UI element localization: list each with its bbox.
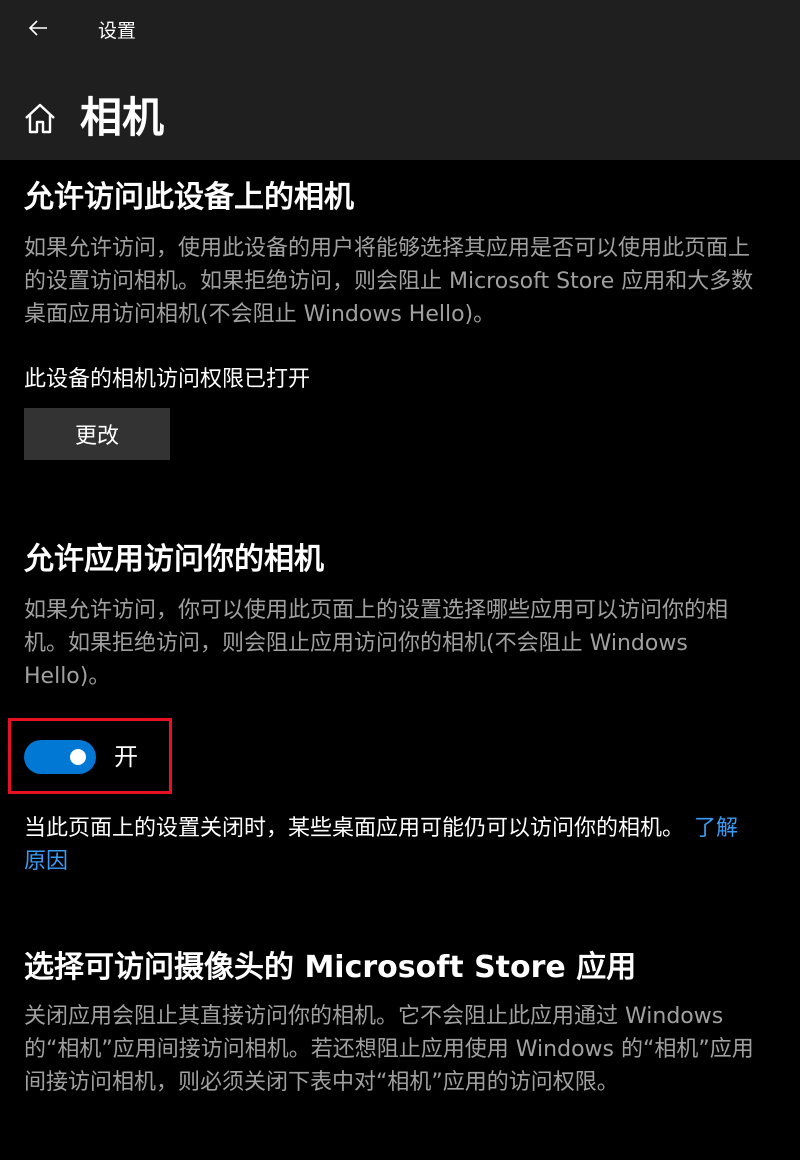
store-apps-heading: 选择可访问摄像头的 Microsoft Store 应用	[24, 950, 637, 985]
change-button[interactable]: 更改	[24, 408, 170, 460]
back-arrow-icon	[28, 20, 47, 36]
app-access-heading: 允许应用访问你的相机	[24, 542, 324, 577]
device-access-heading: 允许访问此设备上的相机	[24, 180, 354, 215]
store-apps-section: 选择可访问摄像头的 Microsoft Store 应用 关闭应用会阻止其直接访…	[24, 948, 764, 1099]
note-text: 当此页面上的设置关闭时，某些桌面应用可能仍可以访问你的相机。	[24, 816, 685, 841]
page-title: 相机	[80, 93, 165, 142]
device-access-status: 此设备的相机访问权限已打开	[24, 367, 311, 392]
toggle-state-label: 开	[114, 743, 138, 771]
title-bar: 设置 相机	[0, 0, 800, 160]
toggle-knob	[70, 749, 86, 765]
app-access-section: 允许应用访问你的相机 如果允许访问，你可以使用此页面上的设置选择哪些应用可以访问…	[24, 540, 764, 693]
device-access-section: 允许访问此设备上的相机 如果允许访问，使用此设备的用户将能够选择其应用是否可以使…	[24, 178, 764, 331]
app-title: 设置	[98, 20, 137, 42]
app-access-description: 如果允许访问，你可以使用此页面上的设置选择哪些应用可以访问你的相机。如果拒绝访问…	[24, 598, 729, 689]
back-button[interactable]	[18, 10, 58, 46]
home-button[interactable]	[20, 98, 60, 138]
store-apps-description: 关闭应用会阻止其直接访问你的相机。它不会阻止此应用通过 Windows 的“相机…	[24, 1004, 754, 1095]
home-icon	[25, 103, 55, 134]
device-access-description: 如果允许访问，使用此设备的用户将能够选择其应用是否可以使用此页面上的设置访问相机…	[24, 236, 754, 327]
app-access-toggle[interactable]	[24, 740, 96, 774]
desktop-apps-note: 当此页面上的设置关闭时，某些桌面应用可能仍可以访问你的相机。 了解原因	[24, 812, 744, 878]
